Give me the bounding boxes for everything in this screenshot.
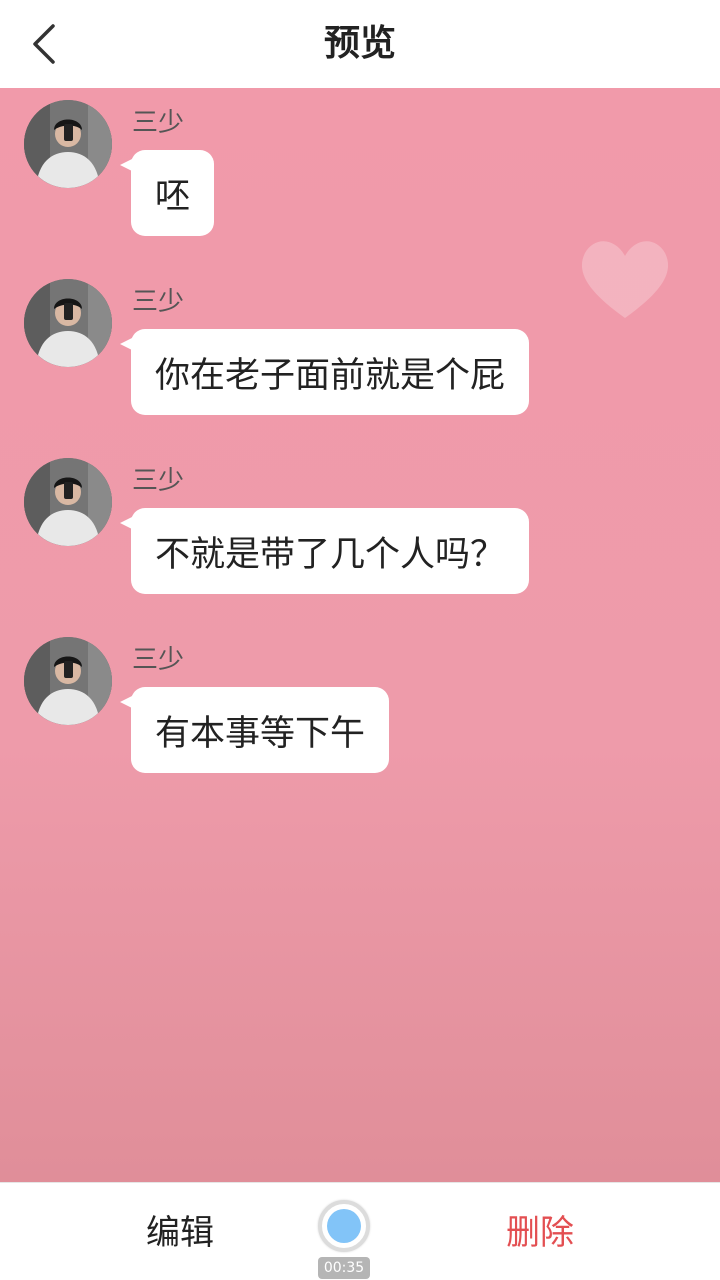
- message-bubble[interactable]: 不就是带了几个人吗？: [131, 508, 530, 594]
- message-bubble[interactable]: 有本事等下午: [131, 687, 390, 773]
- message-bubble[interactable]: 呸: [131, 150, 215, 236]
- message-row: 三少 你在老子面前就是个屁: [0, 267, 720, 442]
- chat-area[interactable]: 三少 呸 三少 你在老子面前就是个屁 三少 不就是带了几个人吗？ 三少 有本事等…: [0, 88, 720, 1182]
- user-avatar-icon: [24, 637, 112, 725]
- sender-name: 三少: [132, 287, 185, 317]
- top-bar: 预览: [0, 0, 720, 89]
- avatar[interactable]: [24, 637, 112, 725]
- sender-name: 三少: [132, 466, 185, 496]
- record-button[interactable]: [318, 1200, 370, 1252]
- record-timer: 00:35: [318, 1257, 370, 1279]
- message-row: 三少 呸: [0, 88, 720, 263]
- sender-name: 三少: [132, 645, 185, 675]
- avatar[interactable]: [24, 279, 112, 367]
- page-title: 预览: [323, 23, 396, 64]
- user-avatar-icon: [24, 458, 112, 546]
- edit-button[interactable]: 编辑: [120, 1205, 240, 1261]
- message-row: 三少 不就是带了几个人吗？: [0, 446, 720, 621]
- preview-screen: 预览 三少 呸 三少 你在老子面前就是个屁 三少 不就是带了几个人吗？ 三少 有…: [0, 0, 720, 1280]
- sender-name: 三少: [132, 108, 185, 138]
- record-dot-icon: [327, 1209, 361, 1243]
- user-avatar-icon: [24, 279, 112, 367]
- avatar[interactable]: [24, 100, 112, 188]
- bottom-bar: 编辑 00:35 删除: [0, 1182, 720, 1280]
- message-row: 三少 有本事等下午: [0, 625, 720, 800]
- user-avatar-icon: [24, 100, 112, 188]
- message-bubble[interactable]: 你在老子面前就是个屁: [131, 329, 530, 415]
- avatar[interactable]: [24, 458, 112, 546]
- delete-button[interactable]: 删除: [480, 1205, 600, 1261]
